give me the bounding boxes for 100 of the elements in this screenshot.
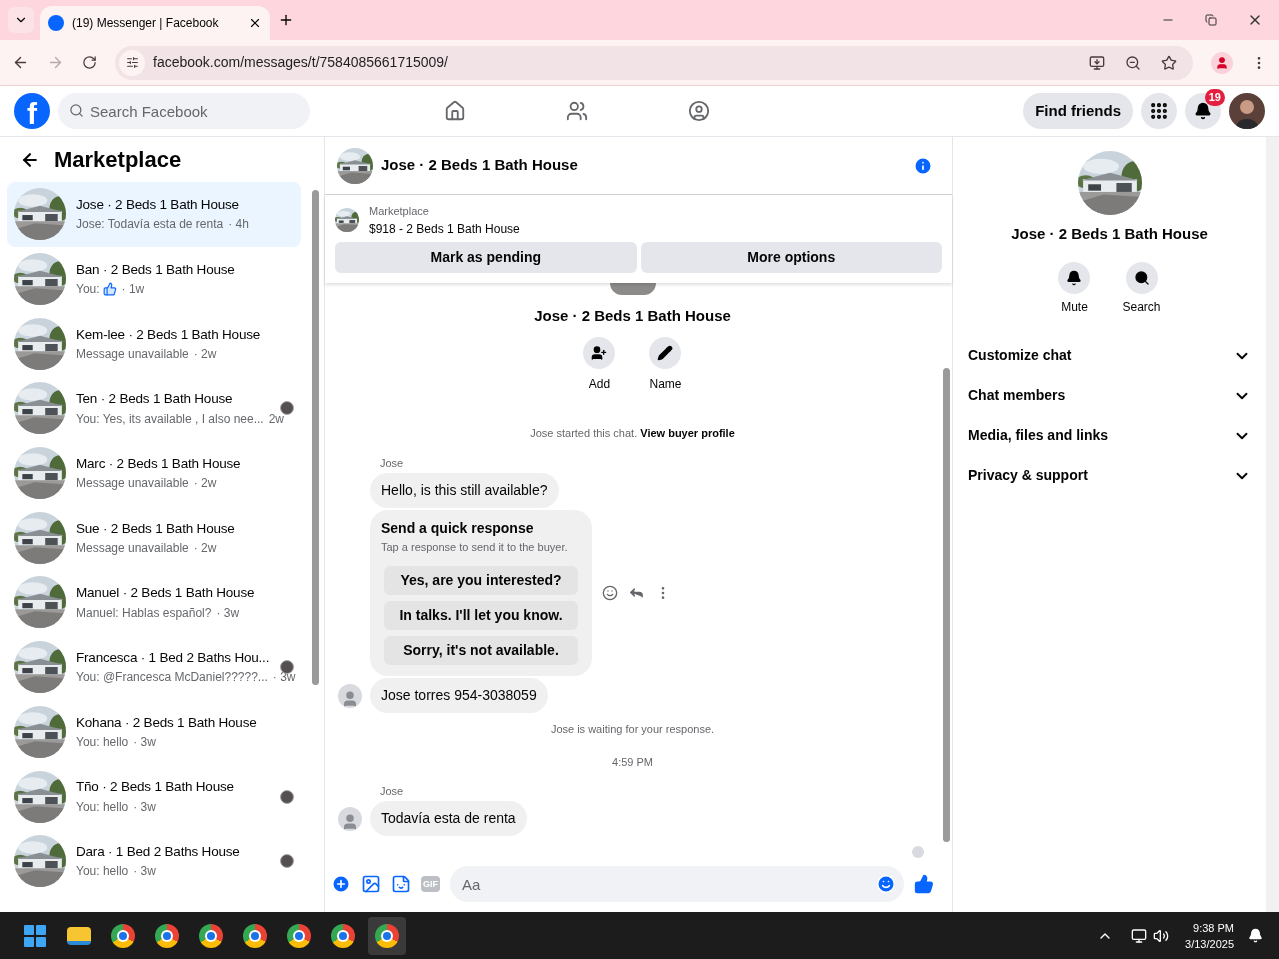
message-time: · 2w (193, 345, 217, 363)
conversation-item[interactable]: Marc · 2 Beds 1 Bath House Message unavailable · 2w (7, 440, 301, 506)
groups-icon[interactable] (687, 100, 710, 122)
conversation-item[interactable]: Francesca · 1 Bed 2 Baths Hou... You: @Francesca McDaniel?????... · 3w (7, 634, 301, 700)
chat-title: Jose · 2 Beds 1 Bath House (381, 155, 579, 176)
details-section[interactable]: Chat members (961, 375, 1258, 416)
conversation-item[interactable]: Kohana · 2 Beds 1 Bath House You: hello · 3w (7, 699, 301, 765)
details-section[interactable]: Customize chat (961, 335, 1258, 376)
intro-title: Jose · 2 Beds 1 Bath House (534, 305, 731, 326)
bell-icon (1194, 102, 1212, 120)
card-hint: Tap a response to send it to the buyer. (381, 539, 569, 555)
sticker-icon[interactable] (391, 874, 411, 894)
scrollbar-thumb[interactable] (942, 367, 950, 842)
address-bar[interactable]: facebook.com/messages/t/7584085661715009/ (115, 45, 1193, 80)
message-preview: You: hello (76, 733, 129, 751)
close-tab-icon[interactable] (248, 16, 262, 30)
message-preview: Jose: Todavía esta de renta (76, 216, 224, 234)
conversation-item[interactable]: Kem-lee · 2 Beds 1 Bath House Message unavailable · 2w (7, 311, 301, 377)
message-time: · 2w (193, 475, 217, 493)
conversation-item[interactable]: Manuel · 2 Beds 1 Bath House Manuel: Hablas español? · 3w (7, 570, 301, 635)
conversation-title: Manuel · 2 Beds 1 Bath House (76, 584, 255, 603)
bookmark-icon[interactable] (1161, 54, 1177, 71)
search-field[interactable]: Search Facebook (58, 93, 310, 129)
install-icon[interactable] (1089, 54, 1105, 71)
url-text: facebook.com/messages/t/7584085661715009/ (153, 53, 449, 72)
menu-button[interactable] (1141, 93, 1177, 129)
info-icon[interactable] (913, 155, 933, 176)
new-tab-icon[interactable] (278, 12, 294, 28)
message-time: · 3w (216, 604, 240, 622)
listing-action-button[interactable]: Mark as pending (335, 241, 637, 273)
chrome-icon[interactable] (368, 916, 406, 955)
conversation-title: Kohana · 2 Beds 1 Bath House (76, 713, 257, 732)
seen-avatar (912, 846, 924, 858)
scrollbar-thumb[interactable] (311, 190, 319, 685)
conversation-item[interactable]: Jose · 2 Beds 1 Bath House Jose: Todavía esta de renta · 4h (7, 182, 301, 247)
search-icon (69, 103, 84, 118)
buyer-profile-link[interactable]: View buyer profile (640, 427, 735, 439)
menu-icon (1149, 101, 1169, 121)
timestamp: 4:59 PM (612, 754, 653, 770)
facebook-favicon (48, 15, 64, 31)
system-message: Jose started this chat. View buyer profile (530, 426, 735, 441)
add-icon[interactable] (331, 874, 351, 894)
account-avatar[interactable] (1229, 93, 1265, 129)
conversation-item[interactable]: Ten · 2 Beds 1 Bath House You: Yes, its available , I also nee... 2w (7, 376, 301, 441)
conversation-item[interactable]: Tño · 2 Beds 1 Bath House You: hello · 3w (7, 764, 301, 829)
zoom-icon[interactable] (1125, 54, 1141, 71)
restore-icon[interactable] (1205, 14, 1217, 26)
reload-icon[interactable] (82, 55, 97, 70)
facebook-logo[interactable]: f (14, 93, 50, 129)
conversation-item[interactable]: Ban · 2 Beds 1 Bath House You: · 1w (7, 246, 301, 312)
conversation-title: Dara · 1 Bed 2 Baths House (76, 843, 240, 862)
like-icon[interactable] (914, 874, 934, 894)
message-bubble: Jose torres 954-3038059 (370, 678, 548, 713)
message-preview: You: Yes, its available , I also nee... (76, 410, 264, 428)
clock-date[interactable]: 3/13/2025 (1185, 935, 1234, 952)
message-bubble: Hello, is this still available? (370, 472, 559, 508)
card-title: Send a quick response (381, 518, 535, 538)
network-icon[interactable] (1131, 927, 1148, 944)
page-scrollbar[interactable] (1266, 137, 1279, 912)
notifications-icon[interactable] (1248, 928, 1263, 943)
message-preview: You: (76, 281, 100, 299)
find-friends-button[interactable]: Find friends (1023, 93, 1133, 129)
tab-list-button[interactable] (8, 7, 34, 33)
listing-label: Marketplace (369, 204, 430, 219)
quick-response-button[interactable]: Yes, are you interested? (384, 566, 578, 595)
react-icon[interactable] (602, 584, 618, 601)
message-time: · 1w (121, 281, 145, 299)
message-time: · 2w (193, 539, 217, 557)
clock-time[interactable]: 9:38 PM (1193, 919, 1234, 936)
message-input[interactable]: Aa (450, 866, 904, 902)
details-section[interactable]: Privacy & support (961, 455, 1258, 496)
message-bubble: Todavía esta de renta (370, 801, 527, 836)
conversation-item[interactable]: Sue · 2 Beds 1 Bath House Message unavailable · 2w (7, 505, 301, 571)
message-time: · 3w (133, 798, 156, 816)
conversation-item[interactable]: Dara · 1 Bed 2 Baths House You: hello · 3w (7, 828, 301, 894)
profile-icon[interactable] (1211, 51, 1233, 74)
notification-badge: 19 (1204, 89, 1225, 106)
conversation-title: Francesca · 1 Bed 2 Baths Hou... (76, 649, 270, 668)
home-icon[interactable] (443, 100, 466, 122)
conversation-title: Sue · 2 Beds 1 Bath House (76, 519, 235, 538)
system-message: Jose is waiting for your response. (550, 722, 715, 737)
conversation-title: Jose · 2 Beds 1 Bath House (76, 196, 239, 215)
message-preview: You: hello (76, 863, 129, 881)
add-person-icon (591, 345, 608, 361)
quick-response-button[interactable]: In talks. I'll let you know. (384, 601, 578, 630)
listing-action-button[interactable]: More options (640, 241, 942, 273)
browser-tab[interactable]: (19) Messenger | Facebook (40, 6, 270, 40)
conversation-title: Kem-lee · 2 Beds 1 Bath House (76, 325, 261, 344)
photo-icon[interactable] (361, 874, 381, 894)
volume-icon[interactable] (1153, 927, 1170, 944)
quick-response-button[interactable]: Sorry, it's not available. (384, 636, 578, 665)
back-icon[interactable] (12, 54, 29, 71)
message-preview: Message unavailable (76, 539, 189, 557)
site-info-icon[interactable] (119, 49, 145, 76)
conversation-title: Tño · 2 Beds 1 Bath House (76, 778, 234, 797)
details-section[interactable]: Media, files and links (961, 415, 1258, 456)
friends-icon[interactable] (565, 100, 588, 122)
listing-title: $918 - 2 Beds 1 Bath House (369, 220, 520, 238)
message-time: · 3w (272, 669, 296, 687)
sender-name: Jose (380, 456, 404, 469)
